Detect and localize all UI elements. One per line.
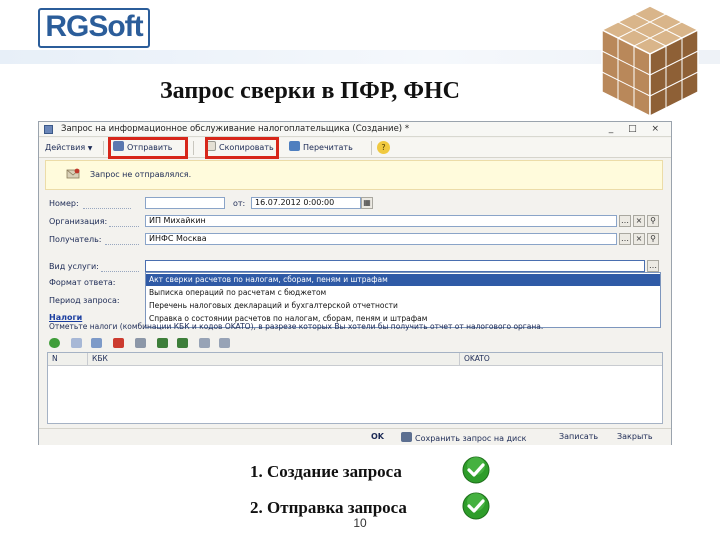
label-leader: [101, 271, 139, 272]
envelope-icon: [66, 168, 80, 179]
grid-toolbar: [47, 336, 267, 350]
ok-button[interactable]: OK: [371, 432, 384, 441]
toolbar-divider: [103, 141, 104, 155]
add-row-icon[interactable]: [49, 338, 60, 348]
close-button[interactable]: Закрыть: [617, 432, 653, 441]
date-field[interactable]: 16.07.2012 0:00:00: [251, 197, 361, 209]
column-header-kbk[interactable]: КБК: [88, 353, 460, 366]
dropdown-option[interactable]: Перечень налоговых деклараций и бухгалте…: [146, 300, 660, 312]
reread-button[interactable]: Перечитать: [289, 141, 353, 155]
label-leader: [105, 244, 139, 245]
organization-field[interactable]: ИП Михайкин: [145, 215, 617, 227]
select-ellipsis-icon[interactable]: …: [647, 260, 659, 272]
dropdown-option[interactable]: Акт сверки расчетов по налогам, сборам, …: [146, 274, 660, 286]
column-header-okato[interactable]: OKATO: [460, 353, 662, 366]
save-to-disk-label: Сохранить запрос на диск: [415, 434, 527, 443]
search-icon[interactable]: ⚲: [647, 233, 659, 245]
toolbar-divider: [193, 141, 194, 155]
dropdown-option[interactable]: Выписка операций по расчетам с бюджетом: [146, 287, 660, 299]
service-type-select[interactable]: [145, 260, 645, 272]
request-period-label: Период запроса:: [49, 296, 120, 305]
refresh-icon: [289, 141, 300, 151]
checkmark-icon: [462, 492, 490, 520]
copy-highlight: [205, 137, 279, 159]
select-ellipsis-icon[interactable]: …: [619, 233, 631, 245]
request-window: Запрос на информационное обслуживание на…: [38, 121, 672, 445]
window-controls[interactable]: _ □ ×: [609, 124, 665, 134]
step-2-text: 2. Отправка запроса: [250, 498, 407, 517]
taxes-hint: Отметьте налоги (комбинации КБК и кодов …: [49, 322, 544, 331]
sort-descending-icon[interactable]: [219, 338, 230, 348]
chevron-down-icon: ▼: [87, 145, 93, 152]
response-format-label: Формат ответа:: [49, 278, 116, 287]
clear-icon[interactable]: ×: [633, 233, 645, 245]
page-number: 10: [353, 516, 367, 530]
checkmark-icon: [462, 456, 490, 484]
date-from-label: от:: [233, 199, 246, 208]
move-down-icon[interactable]: [177, 338, 188, 348]
document-icon: [44, 125, 53, 134]
clear-icon[interactable]: ×: [633, 215, 645, 227]
status-text: Запрос не отправлялся.: [90, 170, 192, 179]
table-header: N КБК OKATO: [48, 353, 662, 366]
actions-menu[interactable]: Действия ▼: [45, 141, 92, 155]
toolbar-divider: [371, 141, 372, 155]
copy-row-icon[interactable]: [71, 338, 82, 348]
cube-decoration-icon: [600, 5, 700, 118]
recipient-label: Получатель:: [49, 235, 102, 244]
delete-row-icon[interactable]: [113, 338, 124, 348]
taxes-section-label[interactable]: Налоги: [49, 313, 82, 322]
recipient-field[interactable]: ИНФС Москва: [145, 233, 617, 245]
actions-label: Действия: [45, 143, 86, 152]
taxes-table: N КБК OKATO: [47, 352, 663, 424]
label-leader: [83, 208, 131, 209]
status-panel: Запрос не отправлялся.: [45, 160, 663, 190]
service-type-label: Вид услуги:: [49, 262, 99, 271]
select-ellipsis-icon[interactable]: …: [619, 215, 631, 227]
write-button[interactable]: Записать: [559, 432, 598, 441]
disk-icon: [401, 432, 412, 442]
bottom-bar: OK Сохранить запрос на диск Записать Зак…: [39, 428, 671, 445]
rgsoft-logo: RGSoft: [38, 8, 150, 48]
search-icon[interactable]: ⚲: [647, 215, 659, 227]
window-titlebar: Запрос на информационное обслуживание на…: [39, 122, 671, 137]
send-highlight: [108, 137, 188, 159]
move-up-icon[interactable]: [157, 338, 168, 348]
window-title: Запрос на информационное обслуживание на…: [61, 124, 410, 134]
reread-label: Перечитать: [303, 143, 353, 152]
service-dropdown: Акт сверки расчетов по налогам, сборам, …: [145, 272, 661, 328]
label-leader: [109, 226, 139, 227]
sort-ascending-icon[interactable]: [199, 338, 210, 348]
edit-row-icon[interactable]: [91, 338, 102, 348]
group-icon[interactable]: [135, 338, 146, 348]
slide-title: Запрос сверки в ПФР, ФНС: [160, 78, 460, 104]
calendar-icon[interactable]: ▦: [361, 197, 373, 209]
step-1-text: 1. Создание запроса: [250, 462, 402, 481]
organization-label: Организация:: [49, 217, 108, 226]
number-label: Номер:: [49, 199, 79, 208]
column-header-n[interactable]: N: [48, 353, 88, 366]
save-to-disk-button[interactable]: Сохранить запрос на диск: [401, 432, 526, 443]
help-icon[interactable]: ?: [377, 141, 390, 154]
number-field[interactable]: [145, 197, 225, 209]
